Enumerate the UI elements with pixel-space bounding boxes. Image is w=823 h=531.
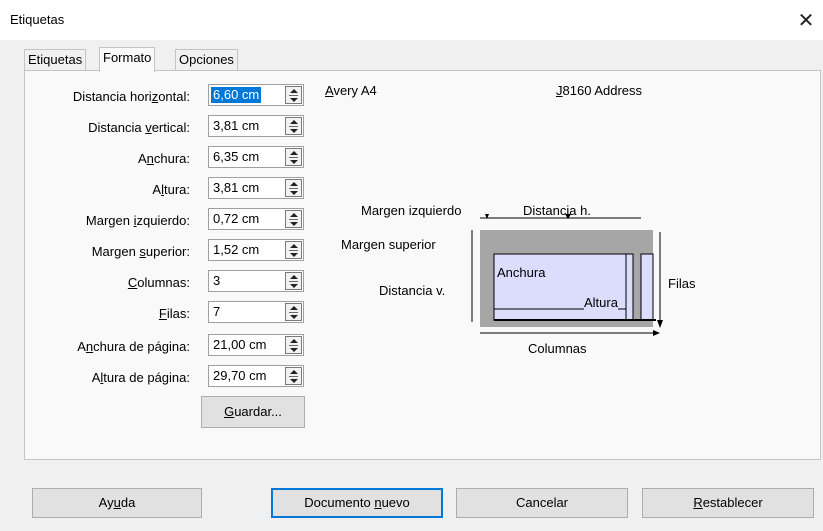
diagram-height-label: Altura [584,295,618,310]
rows-arrowhead [657,320,663,328]
diagram-left-margin-label: Margen izquierdo [361,203,462,218]
diagram-width-label: Anchura [497,265,546,280]
help-button[interactable]: Ayuda [32,488,202,518]
diagram-columns-label: Columnas [528,341,587,356]
diagram-rows-label: Filas [668,276,696,291]
tab-formato[interactable]: Formato [99,47,156,72]
diagram-h-distance-label: Distancia h. [523,203,591,218]
label-area [493,253,634,321]
cancel-button[interactable]: Cancelar [456,488,628,518]
diagram-top-margin-label: Margen superior [341,237,436,252]
new-document-button[interactable]: Documento nuevo [271,488,443,518]
columns-arrowhead [653,330,660,336]
layout-diagram [471,214,663,336]
diagram-v-distance-label: Distancia v. [379,283,446,298]
label-next-column [640,253,654,321]
reset-button[interactable]: Restablecer [642,488,814,518]
